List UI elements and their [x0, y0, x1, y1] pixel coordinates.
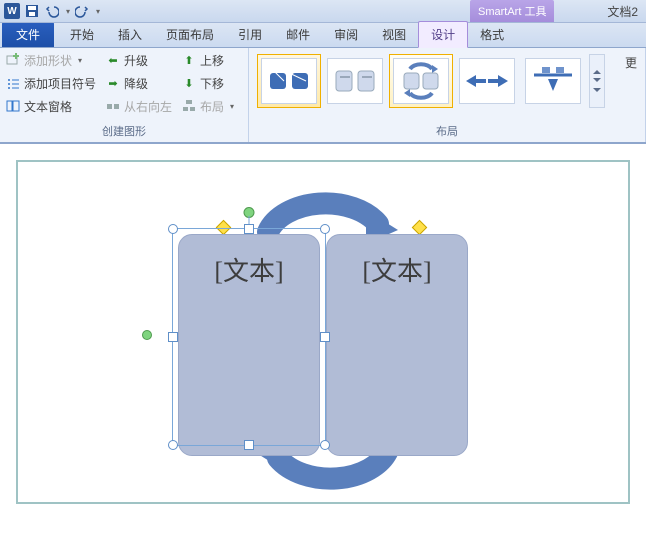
expand-gallery-icon: [593, 88, 601, 92]
tab-mailings[interactable]: 邮件: [274, 22, 322, 47]
demote-button[interactable]: ➡ 降级: [106, 73, 172, 93]
more-button[interactable]: 更: [617, 50, 639, 71]
add-bullet-button[interactable]: 添加项目符号: [6, 73, 96, 93]
add-bullet-label: 添加项目符号: [24, 75, 96, 92]
qat-customize-icon[interactable]: ▾: [96, 7, 100, 16]
app-icon[interactable]: W: [4, 3, 20, 19]
tab-view[interactable]: 视图: [370, 22, 418, 47]
promote-icon: ⬅: [106, 53, 120, 67]
contextual-tab-label: SmartArt 工具: [470, 0, 554, 22]
tab-file[interactable]: 文件: [2, 22, 54, 47]
demote-label: 降级: [124, 75, 148, 92]
layout-option-1[interactable]: [257, 54, 321, 108]
shape-a-text: [文本]: [214, 251, 283, 288]
tab-page-layout[interactable]: 页面布局: [154, 22, 226, 47]
adjust-handle[interactable]: [216, 220, 232, 236]
ribbon: 添加形状 ▾ 添加项目符号 文本窗格 ⬅: [0, 48, 646, 144]
layout-gallery: [255, 50, 607, 112]
promote-label: 升级: [124, 52, 148, 69]
canvas-handle-left[interactable]: [16, 320, 18, 344]
redo-icon[interactable]: [74, 3, 90, 19]
rtl-label: 从右向左: [124, 98, 172, 115]
undo-icon[interactable]: [44, 3, 60, 19]
rtl-icon: [106, 99, 120, 113]
text-pane-label: 文本窗格: [24, 98, 72, 115]
layout-option-2[interactable]: [323, 54, 387, 108]
rtl-button[interactable]: 从右向左: [106, 96, 172, 116]
group-create-graphic: 添加形状 ▾ 添加项目符号 文本窗格 ⬅: [0, 48, 249, 142]
move-up-icon: ⬆: [182, 53, 196, 67]
move-up-label: 上移: [200, 52, 224, 69]
move-down-label: 下移: [200, 75, 224, 92]
layout-icon: [182, 99, 196, 113]
scroll-down-icon: [593, 78, 601, 82]
add-shape-label: 添加形状: [24, 52, 72, 69]
smartart-shape-b[interactable]: [文本]: [326, 234, 468, 456]
layout-option-3[interactable]: [389, 54, 453, 108]
tab-design[interactable]: 设计: [418, 21, 468, 48]
demote-icon: ➡: [106, 76, 120, 90]
canvas-handle-bottom[interactable]: [311, 502, 335, 504]
tab-references[interactable]: 引用: [226, 22, 274, 47]
move-down-button[interactable]: ⬇ 下移: [182, 73, 234, 93]
tab-review[interactable]: 审阅: [322, 22, 370, 47]
tab-format[interactable]: 格式: [468, 22, 516, 47]
add-shape-icon: [6, 53, 20, 67]
layout-option-4[interactable]: [455, 54, 519, 108]
ribbon-tabs: 文件 开始 插入 页面布局 引用 邮件 审阅 视图 设计 格式: [0, 23, 646, 48]
canvas-handle-top[interactable]: [311, 160, 335, 162]
text-pane-icon: [6, 99, 20, 113]
document-area: [文本] [文本]: [0, 144, 646, 520]
resize-handle-lm[interactable]: [168, 332, 178, 342]
shape-b-text: [文本]: [362, 251, 431, 288]
text-pane-button[interactable]: 文本窗格: [6, 96, 96, 116]
group-layouts: 更 布局: [249, 48, 646, 142]
adjust-handle[interactable]: [412, 220, 428, 236]
add-bullet-icon: [6, 76, 20, 90]
layout-option-5[interactable]: [521, 54, 585, 108]
smartart-shape-a[interactable]: [文本]: [178, 234, 320, 456]
chevron-down-icon: ▾: [78, 56, 82, 65]
resize-handle-tl[interactable]: [168, 224, 178, 234]
undo-dropdown-icon[interactable]: ▾: [66, 7, 70, 16]
tab-insert[interactable]: 插入: [106, 22, 154, 47]
save-icon[interactable]: [24, 3, 40, 19]
add-shape-button[interactable]: 添加形状 ▾: [6, 50, 96, 70]
tab-home[interactable]: 开始: [58, 22, 106, 47]
smartart-canvas[interactable]: [文本] [文本]: [16, 160, 630, 504]
quick-access-toolbar: W ▾ ▾: [4, 3, 100, 19]
layout-button[interactable]: 布局 ▾: [182, 96, 234, 116]
move-up-button[interactable]: ⬆ 上移: [182, 50, 234, 70]
canvas-handle-right[interactable]: [628, 320, 630, 344]
scroll-up-icon: [593, 70, 601, 74]
promote-button[interactable]: ⬅ 升级: [106, 50, 172, 70]
group-label-create: 创建图形: [6, 121, 242, 142]
move-down-icon: ⬇: [182, 76, 196, 90]
chevron-down-icon: ▾: [230, 102, 234, 111]
layout-label: 布局: [200, 98, 224, 115]
document-title: 文档2: [607, 3, 638, 20]
gallery-scroll[interactable]: [589, 54, 605, 108]
title-bar: W ▾ ▾ SmartArt 工具 文档2: [0, 0, 646, 23]
group-label-layouts: 布局: [255, 121, 639, 142]
resize-handle-bl[interactable]: [168, 440, 178, 450]
rotation-anchor[interactable]: [142, 330, 152, 340]
